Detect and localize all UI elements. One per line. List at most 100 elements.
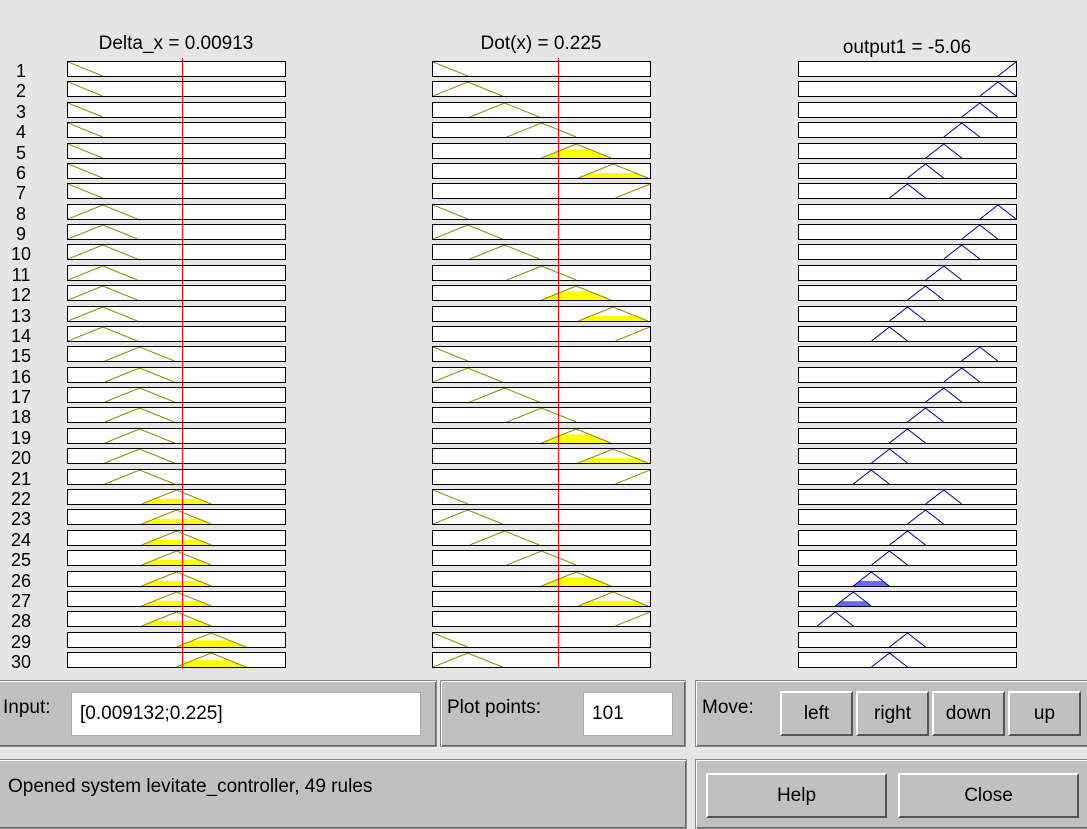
output-mf-plot — [798, 102, 1017, 118]
output-mf-triangle — [871, 653, 908, 667]
rule-number: 23 — [10, 509, 32, 529]
rule-number: 18 — [10, 407, 32, 427]
output-mf-outline — [889, 633, 926, 647]
input1-mf-triangle — [141, 490, 212, 504]
input2-mf-outline — [433, 510, 503, 524]
input1-mf-plot — [67, 224, 286, 240]
rule-number: 5 — [15, 143, 26, 163]
output-mf-plot — [798, 550, 1017, 566]
output-mf-plot — [798, 489, 1017, 505]
move-right-button[interactable]: right — [856, 691, 929, 736]
close-button[interactable]: Close — [898, 773, 1079, 818]
rule-number: 6 — [15, 163, 26, 183]
rule-number: 20 — [10, 448, 32, 468]
rule-number: 25 — [10, 550, 32, 570]
rule-number: 17 — [10, 387, 32, 407]
input2-mf-plot — [432, 530, 651, 546]
move-down-button[interactable]: down — [932, 691, 1005, 736]
input1-mf-triangle — [141, 592, 212, 606]
status-text: Opened system levitate_controller, 49 ru… — [8, 776, 373, 797]
output-mf-triangle — [889, 429, 926, 443]
input2-mf-triangle — [433, 347, 468, 361]
input1-mf-outline — [68, 245, 138, 259]
input1-value-indicator[interactable] — [182, 58, 183, 668]
input1-mf-outline — [68, 82, 103, 96]
input-field[interactable]: [0.009132;0.225] — [71, 692, 421, 736]
output-mf-plot — [798, 407, 1017, 423]
output-mf-plot — [798, 326, 1017, 342]
input1-mf-triangle — [68, 266, 138, 280]
input2-mf-plot — [432, 61, 651, 77]
input1-mf-plot — [67, 61, 286, 77]
input2-mf-triangle — [615, 327, 650, 341]
plot-points-field[interactable]: 101 — [583, 692, 673, 736]
input2-mf-plot — [432, 306, 651, 322]
input1-mf-outline — [68, 225, 138, 239]
input2-mf-triangle — [433, 510, 503, 524]
move-label: Move: — [702, 697, 754, 718]
rule-number: 4 — [15, 122, 26, 142]
input1-column-title: Delta_x = 0.00913 — [98, 33, 254, 54]
output-mf-plot — [798, 163, 1017, 179]
input2-mf-plot — [432, 632, 651, 648]
output-mf-outline — [925, 388, 963, 402]
input2-mf-triangle — [469, 388, 540, 402]
output-mf-triangle — [871, 551, 908, 565]
input2-mf-triangle — [433, 225, 503, 239]
input2-mf-plot — [432, 224, 651, 240]
output-mf-triangle — [961, 103, 999, 117]
output-mf-outline — [871, 449, 908, 463]
output-mf-plot — [798, 285, 1017, 301]
move-left-button[interactable]: left — [780, 691, 853, 736]
input2-mf-outline — [506, 408, 577, 422]
input1-mf-triangle — [68, 103, 103, 117]
input2-value-indicator[interactable] — [558, 58, 559, 668]
input2-mf-outline — [615, 327, 650, 341]
input2-mf-triangle — [506, 266, 577, 280]
input2-mf-plot — [432, 367, 651, 383]
input1-mf-plot — [67, 306, 286, 322]
input2-mf-plot — [432, 489, 651, 505]
input1-mf-triangle — [68, 184, 103, 198]
output-mf-plot — [798, 183, 1017, 199]
output-mf-outline — [961, 347, 999, 361]
output-mf-triangle — [889, 307, 926, 321]
input1-mf-triangle — [68, 286, 138, 300]
input2-mf-outline — [615, 184, 650, 198]
input1-mf-plot — [67, 591, 286, 607]
input1-mf-plot — [67, 102, 286, 118]
rule-number: 12 — [10, 285, 32, 305]
output-mf-plot — [798, 591, 1017, 607]
output-mf-plot — [798, 469, 1017, 485]
rule-number: 27 — [10, 591, 32, 611]
input2-mf-plot — [432, 509, 651, 525]
input1-mf-fill — [176, 660, 246, 667]
output-mf-triangle — [979, 205, 1016, 219]
help-button[interactable]: Help — [706, 773, 887, 818]
input1-mf-outline — [68, 307, 138, 321]
output-mf-plot — [798, 81, 1017, 97]
output-column-title: output1 = -5.06 — [842, 37, 972, 58]
rule-number: 16 — [10, 367, 32, 387]
rule-number: 30 — [10, 652, 32, 668]
input2-mf-outline — [433, 225, 503, 239]
input1-mf-outline — [68, 184, 103, 198]
input1-mf-triangle — [104, 449, 175, 463]
output-mf-triangle — [943, 245, 981, 259]
input1-mf-outline — [68, 205, 138, 219]
input1-mf-plot — [67, 469, 286, 485]
input1-mf-plot — [67, 265, 286, 281]
input1-mf-outline — [68, 266, 138, 280]
output-mf-plot — [798, 611, 1017, 627]
output-mf-plot — [798, 509, 1017, 525]
move-up-button[interactable]: up — [1008, 691, 1081, 736]
input2-mf-outline — [469, 103, 540, 117]
output-mf-triangle — [943, 123, 981, 137]
input1-mf-outline — [68, 62, 103, 76]
status-panel: Opened system levitate_controller, 49 ru… — [0, 759, 687, 829]
input1-mf-plot — [67, 81, 286, 97]
output-mf-outline — [979, 82, 1016, 96]
output-mf-triangle — [889, 531, 926, 545]
output-mf-outline — [907, 510, 944, 524]
input1-mf-outline — [68, 286, 138, 300]
